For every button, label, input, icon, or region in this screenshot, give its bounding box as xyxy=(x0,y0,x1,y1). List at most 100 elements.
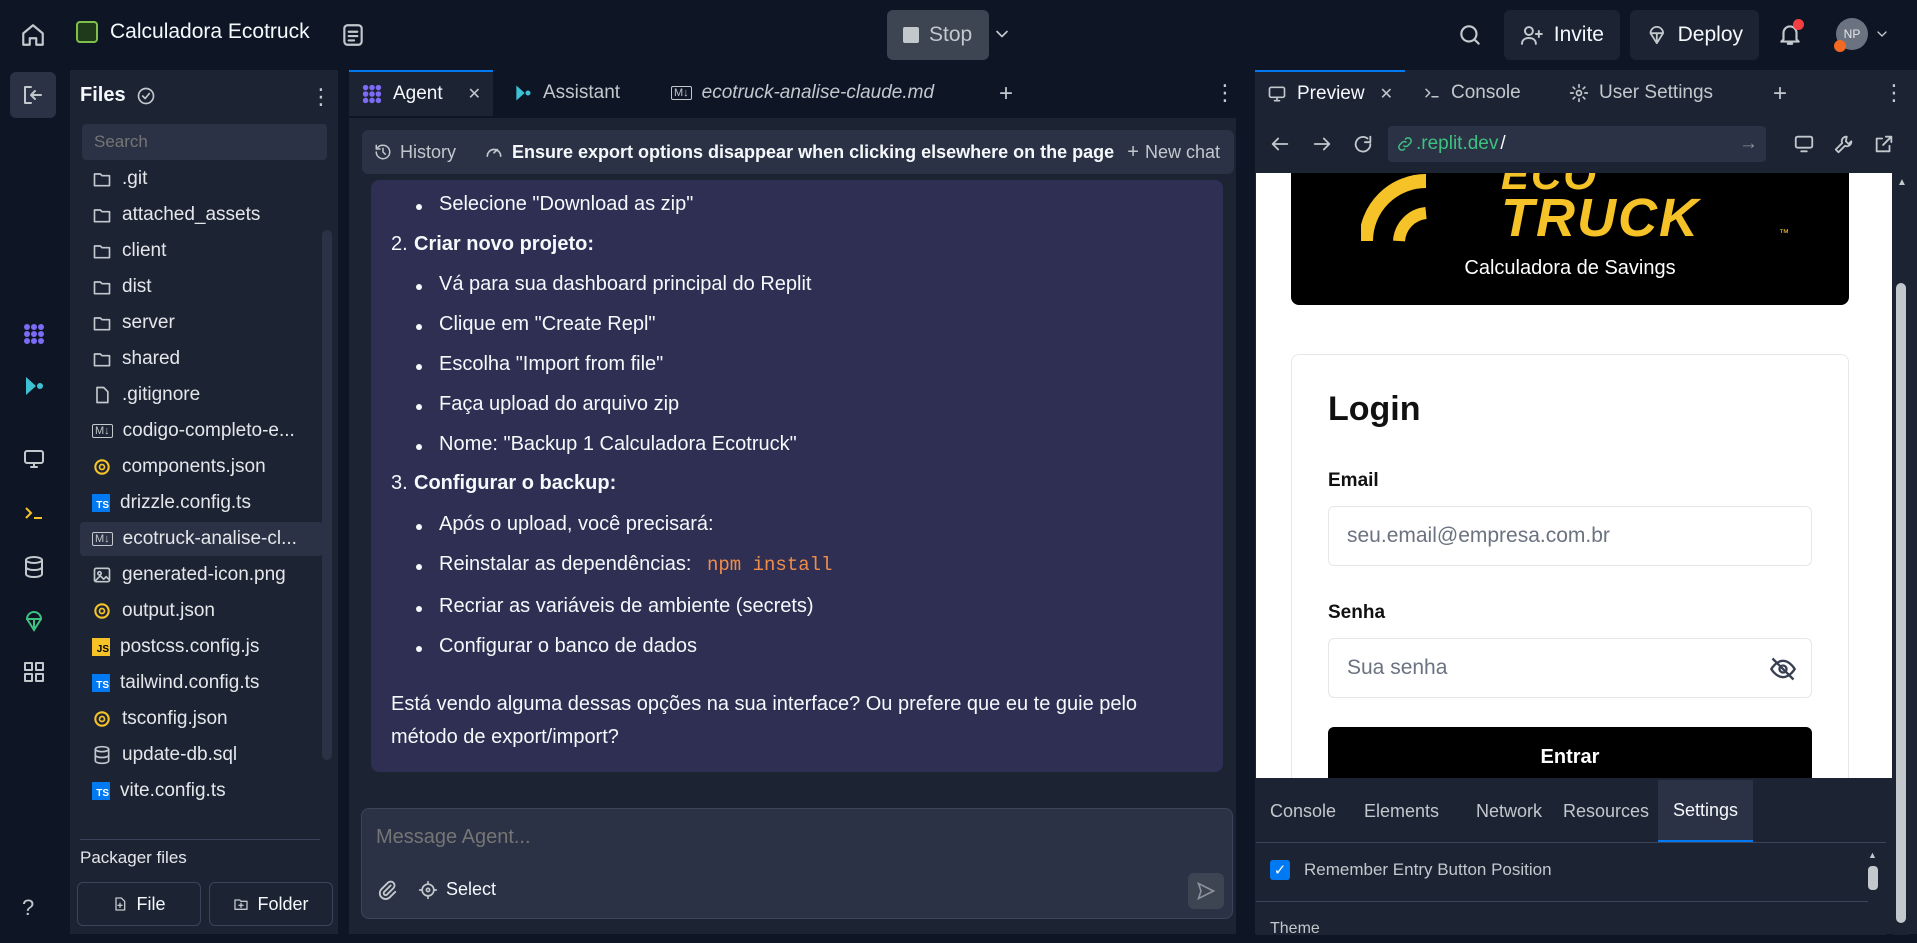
file-tree-item[interactable]: tsconfig.json xyxy=(80,702,323,736)
file-tree-item[interactable]: update-db.sql xyxy=(80,738,323,772)
file-tree-item[interactable]: server xyxy=(80,306,323,340)
sidebar-toggle-icon[interactable] xyxy=(340,22,366,48)
new-chat-button[interactable]: + New chat xyxy=(1127,141,1220,164)
file-tree-item[interactable]: dist xyxy=(80,270,323,304)
refresh-icon[interactable] xyxy=(1352,133,1374,155)
url-bar[interactable]: .replit.dev / → xyxy=(1388,126,1766,162)
apps-grid-icon[interactable] xyxy=(22,660,46,684)
checkbox-checked-icon[interactable]: ✓ xyxy=(1270,860,1290,880)
home-icon[interactable] xyxy=(20,22,46,48)
add-tab-icon[interactable]: + xyxy=(999,80,1013,108)
file-tree-item[interactable]: TS tailwind.config.ts xyxy=(80,666,323,700)
avatar[interactable]: NP xyxy=(1834,18,1868,52)
project-icon xyxy=(76,21,98,43)
file-tree-item[interactable]: .gitignore xyxy=(80,378,323,412)
devtools-tab-console[interactable]: Console xyxy=(1270,780,1336,842)
file-tree-label: attached_assets xyxy=(122,204,261,225)
forward-icon[interactable] xyxy=(1311,133,1333,155)
project-title[interactable]: Calculadora Ecotruck xyxy=(76,20,310,44)
deployments-rail-icon[interactable] xyxy=(22,609,46,633)
file-tree-label: dist xyxy=(122,276,152,297)
json-icon xyxy=(92,601,112,621)
agent-rail-icon[interactable] xyxy=(22,322,46,346)
open-external-icon[interactable] xyxy=(1873,133,1895,155)
file-tree-label: client xyxy=(122,240,167,261)
scrollbar-thumb[interactable] xyxy=(1896,283,1906,923)
back-icon[interactable] xyxy=(1269,133,1291,155)
tab-agent[interactable]: Agent ✕ xyxy=(349,70,493,116)
attach-icon[interactable] xyxy=(376,879,398,901)
file-tree-item[interactable]: shared xyxy=(80,342,323,376)
preview-menu-icon[interactable]: ⋮ xyxy=(1883,80,1905,106)
file-tree-item[interactable]: .git xyxy=(80,164,323,196)
assistant-rail-icon[interactable] xyxy=(22,374,46,398)
new-folder-button[interactable]: Folder xyxy=(209,882,333,926)
tab-assistant[interactable]: Assistant xyxy=(501,70,651,116)
file-tree-scrollbar[interactable] xyxy=(322,230,332,760)
file-tree-item[interactable]: M↓ ecotruck-analise-cl... xyxy=(80,522,323,556)
deploy-button[interactable]: Deploy xyxy=(1630,10,1759,60)
devtools-scrollbar[interactable]: ▲ xyxy=(1868,850,1882,935)
preview-rail-icon[interactable] xyxy=(22,447,46,471)
file-tree-item[interactable]: generated-icon.png xyxy=(80,558,323,592)
devtools-tab-network[interactable]: Network xyxy=(1476,780,1542,842)
top-bar: Calculadora Ecotruck Stop Invite Deploy … xyxy=(0,0,1917,70)
devtools-tab-settings[interactable]: Settings xyxy=(1658,780,1753,842)
file-tree-item[interactable]: M↓ codigo-completo-e... xyxy=(80,414,323,448)
invite-button[interactable]: Invite xyxy=(1504,10,1620,60)
message-heading: Criar novo projeto: xyxy=(414,233,595,255)
file-tree-item[interactable]: TS drizzle.config.ts xyxy=(80,486,323,520)
new-file-button[interactable]: File xyxy=(77,882,201,926)
check-circle-icon xyxy=(137,87,154,104)
tab-user-settings[interactable]: User Settings xyxy=(1557,70,1737,116)
tab-markdown-file[interactable]: M↓ ecotruck-analise-claude.md xyxy=(659,70,959,116)
file-search-input[interactable] xyxy=(82,124,327,160)
chevron-down-icon[interactable] xyxy=(992,24,1012,44)
file-tree-item[interactable]: components.json xyxy=(80,450,323,484)
divider xyxy=(1256,901,1868,902)
message-input[interactable] xyxy=(376,821,1216,853)
go-arrow-icon[interactable]: → xyxy=(1739,133,1758,155)
packager-files-label[interactable]: Packager files xyxy=(80,848,187,868)
file-tree-label: drizzle.config.ts xyxy=(120,492,251,513)
file-tree-item[interactable]: output.json xyxy=(80,594,323,628)
email-field[interactable]: seu.email@empresa.com.br xyxy=(1328,506,1812,566)
device-view-icon[interactable] xyxy=(1793,133,1815,155)
database-rail-icon[interactable] xyxy=(22,555,46,579)
tabs-menu-icon[interactable]: ⋮ xyxy=(1214,80,1236,106)
file-tree-item[interactable]: client xyxy=(80,234,323,268)
bell-icon[interactable] xyxy=(1777,19,1804,47)
eye-off-icon[interactable] xyxy=(1769,655,1797,683)
message-composer: Select xyxy=(361,808,1233,919)
file-tree-item[interactable]: TS vite.config.ts xyxy=(80,774,323,808)
add-user-icon xyxy=(1520,26,1543,45)
submit-login-button[interactable]: Entrar xyxy=(1328,727,1812,778)
send-button[interactable] xyxy=(1188,873,1224,909)
file-tree-label: postcss.config.js xyxy=(120,636,260,657)
file-tree-item[interactable]: JS postcss.config.js xyxy=(80,630,323,664)
close-tab-icon[interactable]: ✕ xyxy=(468,84,481,104)
collapse-panel-icon[interactable] xyxy=(10,72,56,118)
search-icon[interactable] xyxy=(1457,22,1483,48)
stop-button[interactable]: Stop xyxy=(887,10,989,60)
devtools-tab-elements[interactable]: Elements xyxy=(1364,780,1439,842)
close-tab-icon[interactable]: ✕ xyxy=(1380,84,1393,104)
tab-preview[interactable]: Preview ✕ xyxy=(1255,70,1405,116)
help-icon[interactable]: ? xyxy=(22,895,34,921)
scroll-up-icon[interactable]: ▲ xyxy=(1897,177,1907,188)
devtools-tab-resources[interactable]: Resources xyxy=(1563,780,1649,842)
message-line: Selecione "Download as zip" xyxy=(439,193,694,215)
files-menu-icon[interactable]: ⋮ xyxy=(310,84,332,110)
remember-position-setting[interactable]: ✓ Remember Entry Button Position xyxy=(1270,860,1552,880)
password-field[interactable]: Sua senha xyxy=(1328,638,1812,698)
select-element-button[interactable]: Select xyxy=(418,879,496,900)
history-button[interactable]: History xyxy=(374,142,456,163)
console-rail-icon[interactable] xyxy=(22,501,46,525)
devtools-wrench-icon[interactable] xyxy=(1833,133,1855,155)
add-tab-icon[interactable]: + xyxy=(1773,80,1787,108)
message-line: Reinstalar as dependências: xyxy=(439,553,692,575)
tab-console[interactable]: Console xyxy=(1411,70,1551,116)
preview-scrollbar[interactable]: ▲ xyxy=(1893,173,1909,935)
account-chevron-icon[interactable] xyxy=(1874,26,1890,42)
file-tree-item[interactable]: attached_assets xyxy=(80,198,323,232)
